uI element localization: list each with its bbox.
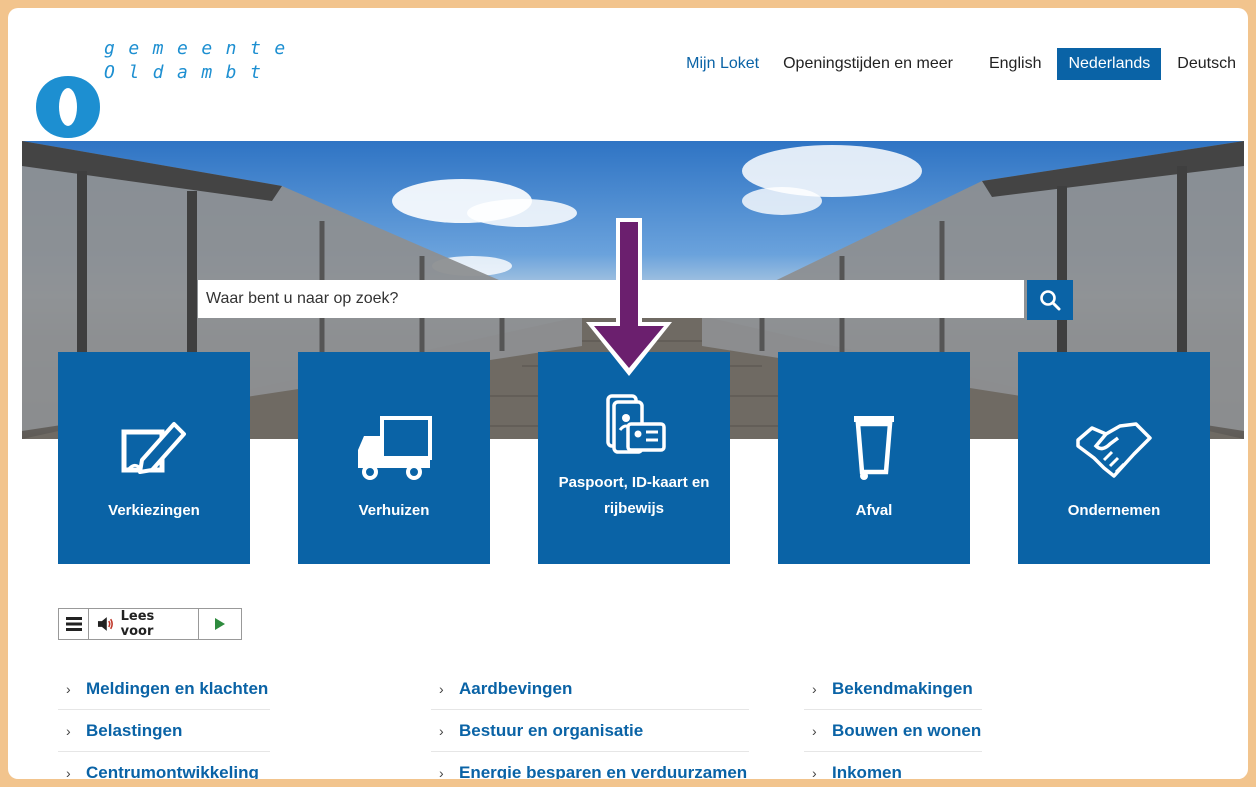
tile-label: Ondernemen	[1067, 502, 1161, 519]
screenshot-frame: gemeente Oldambt Mijn Loket Openingstijd…	[8, 8, 1248, 779]
tile-ondernemen[interactable]: Ondernemen	[1018, 352, 1210, 564]
tile-label: Verhuizen	[358, 502, 430, 519]
search-icon	[1040, 290, 1061, 311]
links-column-1: › Meldingen en klachten › Belastingen › Cen…	[58, 668, 398, 779]
nav-openingstijden[interactable]: Openingstijden en meer	[775, 49, 961, 79]
link-bekendmakingen[interactable]: › Bekendmakingen	[804, 668, 982, 710]
tile-label: Paspoort, ID-kaart en rijbewijs	[558, 474, 710, 517]
lees-voor-button[interactable]: Lees voor	[89, 609, 199, 639]
chevron-right-icon: ›	[439, 764, 444, 780]
top-navigation: Mijn Loket Openingstijden en meer Englis…	[670, 48, 1244, 80]
menu-icon	[65, 617, 82, 631]
lees-voor-label: Lees voor	[120, 609, 155, 639]
play-icon	[215, 618, 225, 630]
links-column-2: › Aardbevingen › Bestuur en organisatie › E…	[431, 668, 771, 779]
chevron-right-icon: ›	[66, 722, 71, 739]
chevron-right-icon: ›	[812, 722, 817, 739]
tile-verkiezingen[interactable]: Verkiezingen	[58, 352, 250, 564]
link-centrumontwikkeling[interactable]: › Centrumontwikkeling	[58, 752, 270, 780]
tile-verhuizen[interactable]: Verhuizen	[298, 352, 490, 564]
chevron-right-icon: ›	[66, 680, 71, 697]
links-column-3: › Bekendmakingen › Bouwen en wonen › Inkome…	[804, 668, 1144, 779]
tile-label: Afval	[855, 502, 893, 519]
tile-afval[interactable]: Afval	[778, 352, 970, 564]
chevron-right-icon: ›	[439, 722, 444, 739]
lang-deutsch[interactable]: Deutsch	[1169, 49, 1244, 79]
logo-text-line2: Oldambt	[104, 62, 275, 83]
link-bouwen[interactable]: › Bouwen en wonen	[804, 710, 982, 752]
truck-icon	[358, 416, 432, 480]
logo-text-line1: gemeente	[104, 38, 299, 59]
lang-english[interactable]: English	[981, 49, 1049, 79]
handshake-icon	[1076, 422, 1152, 478]
link-belastingen[interactable]: › Belastingen	[58, 710, 270, 752]
chevron-right-icon: ›	[812, 764, 817, 780]
id-card-icon	[606, 394, 666, 454]
search-button[interactable]	[1027, 280, 1073, 320]
ballot-pencil-icon	[121, 422, 186, 474]
lang-nederlands[interactable]: Nederlands	[1057, 48, 1162, 80]
tile-paspoort[interactable]: Paspoort, ID-kaart en rijbewijs	[538, 352, 730, 564]
page: gemeente Oldambt Mijn Loket Openingstijd…	[22, 18, 1244, 779]
tile-label: Verkiezingen	[108, 502, 200, 519]
link-meldingen[interactable]: › Meldingen en klachten	[58, 668, 270, 710]
reader-play-button[interactable]	[199, 609, 241, 639]
chevron-right-icon: ›	[439, 680, 444, 697]
chevron-right-icon: ›	[812, 680, 817, 697]
annotation-arrow-icon	[586, 218, 672, 376]
waste-bin-icon	[854, 416, 894, 480]
reader-menu-button[interactable]	[59, 609, 89, 639]
read-aloud-widget: Lees voor	[58, 608, 242, 640]
link-energie[interactable]: › Energie besparen en verduurzamen	[431, 752, 749, 780]
link-bestuur[interactable]: › Bestuur en organisatie	[431, 710, 749, 752]
chevron-right-icon: ›	[66, 764, 71, 780]
speaker-icon	[97, 617, 113, 631]
nav-mijn-loket[interactable]: Mijn Loket	[678, 49, 767, 79]
link-inkomen[interactable]: › Inkomen	[804, 752, 982, 780]
link-aardbevingen[interactable]: › Aardbevingen	[431, 668, 749, 710]
logo-badge-icon	[36, 76, 100, 138]
